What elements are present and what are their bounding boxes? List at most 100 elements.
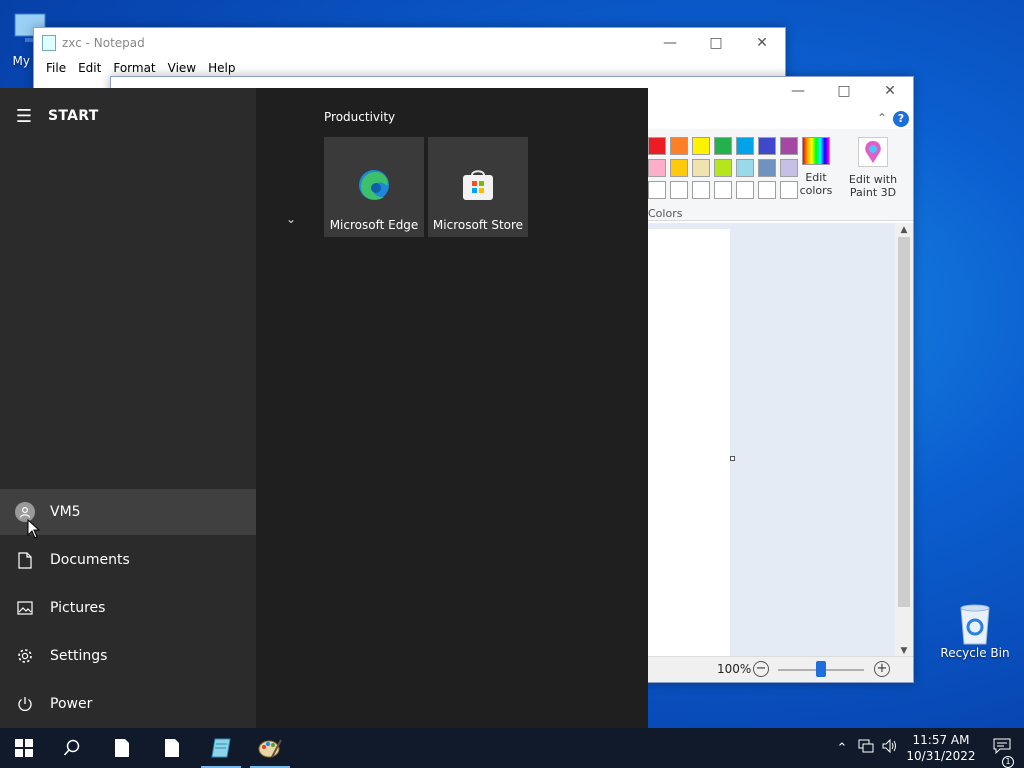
edit-colors-label: Edit colors [799, 171, 833, 197]
tile-group-title[interactable]: Productivity [324, 110, 395, 124]
color-swatch[interactable] [780, 159, 798, 177]
taskbar-file-1[interactable] [98, 728, 146, 768]
notepad-icon [42, 35, 56, 51]
color-swatch[interactable] [670, 181, 688, 199]
color-swatch[interactable] [758, 159, 776, 177]
color-spectrum-icon [802, 137, 830, 165]
sidebar-item-label: Documents [50, 552, 130, 568]
notepad-icon [211, 738, 231, 758]
tile-microsoft-store[interactable]: Microsoft Store [428, 137, 528, 237]
color-swatch[interactable] [736, 181, 754, 199]
action-center-icon[interactable]: 1 [980, 738, 1024, 768]
start-menu: ☰ START VM5 Documents Pictures Settings … [0, 88, 648, 728]
sidebar-item-pictures[interactable]: Pictures [0, 585, 256, 631]
edit-colors-button[interactable]: Edit colors [797, 137, 835, 197]
file-icon [165, 739, 179, 757]
clock-time: 11:57 AM [912, 733, 970, 747]
color-swatch[interactable] [758, 137, 776, 155]
tile-label: Microsoft Edge [329, 218, 419, 232]
zoom-slider-thumb[interactable] [816, 661, 826, 677]
sidebar-item-documents[interactable]: Documents [0, 537, 256, 583]
menu-help[interactable]: Help [202, 61, 241, 75]
color-swatch[interactable] [692, 159, 710, 177]
taskbar-notepad[interactable] [197, 728, 245, 768]
color-swatch[interactable] [714, 181, 732, 199]
start-title: START [48, 108, 99, 124]
color-swatch[interactable] [780, 137, 798, 155]
sidebar-item-label: Power [50, 696, 93, 712]
canvas-resize-handle[interactable] [730, 456, 735, 461]
recycle-bin-icon [955, 602, 995, 645]
zoom-in-button[interactable]: + [874, 661, 890, 677]
menu-file[interactable]: File [40, 61, 72, 75]
tile-label: Microsoft Store [432, 218, 524, 232]
color-swatch[interactable] [670, 137, 688, 155]
clock[interactable]: 11:57 AM 10/31/2022 [902, 732, 980, 764]
sidebar-item-label: Settings [50, 648, 108, 664]
taskbar-paint[interactable] [246, 728, 294, 768]
color-swatch[interactable] [692, 181, 710, 199]
maximize-button[interactable]: □ [821, 77, 867, 105]
scroll-up-icon[interactable]: ▲ [895, 225, 913, 235]
edit-with-paint3d-button[interactable]: Edit with Paint 3D [847, 137, 899, 199]
color-swatch[interactable] [714, 159, 732, 177]
zoom-out-button[interactable]: − [753, 661, 769, 677]
notification-badge: 1 [1002, 756, 1014, 768]
file-icon [115, 739, 129, 757]
volume-icon[interactable] [878, 738, 902, 757]
menu-view[interactable]: View [162, 61, 202, 75]
chevron-up-icon[interactable]: ⌃ [830, 741, 854, 756]
network-icon[interactable] [854, 739, 878, 757]
color-swatch[interactable] [736, 159, 754, 177]
store-icon [460, 167, 496, 203]
tile-microsoft-edge[interactable]: Microsoft Edge [324, 137, 424, 237]
search-button[interactable] [48, 728, 96, 768]
menu-format[interactable]: Format [107, 61, 161, 75]
close-button[interactable]: ✕ [739, 28, 785, 58]
menu-edit[interactable]: Edit [72, 61, 107, 75]
notepad-menubar: File Edit Format View Help [34, 58, 785, 78]
sidebar-item-power[interactable]: Power [0, 681, 256, 727]
collapse-ribbon-icon[interactable]: ⌃ [877, 111, 887, 125]
color-swatch[interactable] [780, 181, 798, 199]
minimize-button[interactable]: — [775, 77, 821, 105]
hamburger-menu-icon[interactable]: ☰ [0, 106, 48, 127]
notepad-title: zxc - Notepad [62, 36, 145, 50]
minimize-button[interactable]: — [647, 28, 693, 58]
color-swatch[interactable] [714, 137, 732, 155]
color-swatch[interactable] [648, 181, 666, 199]
color-swatch[interactable] [648, 159, 666, 177]
sidebar-item-label: VM5 [50, 504, 81, 520]
system-tray: ⌃ 11:57 AM 10/31/2022 1 [830, 728, 1024, 768]
color-swatch[interactable] [736, 137, 754, 155]
color-palette [648, 137, 798, 199]
color-swatch[interactable] [758, 181, 776, 199]
pictures-icon [0, 601, 50, 615]
search-icon [63, 739, 80, 756]
drawing-canvas[interactable] [648, 229, 730, 658]
clock-date: 10/31/2022 [906, 749, 976, 763]
start-button[interactable] [0, 728, 48, 768]
vertical-scrollbar[interactable]: ▲ ▼ [895, 223, 913, 658]
document-icon [0, 551, 50, 569]
chevron-down-icon[interactable]: ⌄ [286, 212, 296, 226]
power-icon [0, 696, 50, 712]
edge-icon [356, 167, 392, 203]
start-sidebar: ☰ START VM5 Documents Pictures Settings … [0, 88, 256, 728]
scrollbar-thumb[interactable] [898, 237, 910, 607]
zoom-level: 100% [717, 662, 752, 676]
paint3d-icon [858, 137, 888, 167]
help-icon[interactable]: ? [893, 111, 909, 127]
desktop-icon-recycle-bin[interactable]: Recycle Bin [940, 602, 1010, 660]
maximize-button[interactable]: □ [693, 28, 739, 58]
color-swatch[interactable] [648, 137, 666, 155]
close-button[interactable]: ✕ [867, 77, 913, 105]
scroll-down-icon[interactable]: ▼ [895, 646, 913, 656]
windows-logo-icon [15, 739, 33, 757]
colors-group-label: Colors [648, 207, 683, 220]
taskbar-file-2[interactable] [148, 728, 196, 768]
color-swatch[interactable] [692, 137, 710, 155]
sidebar-item-settings[interactable]: Settings [0, 633, 256, 679]
color-swatch[interactable] [670, 159, 688, 177]
desktop-icon-label: Recycle Bin [940, 646, 1010, 660]
